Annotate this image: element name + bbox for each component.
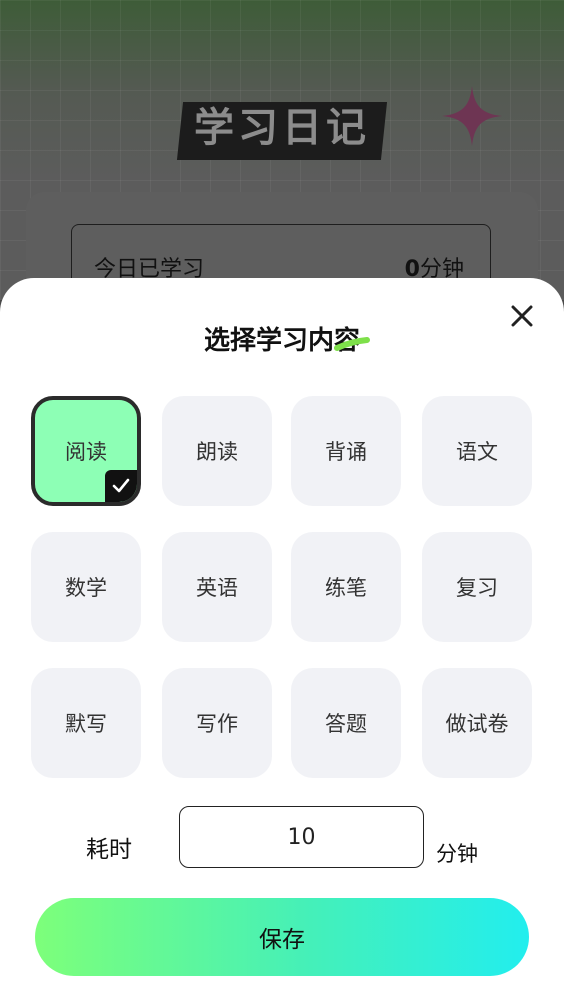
option-tile-dictation[interactable]: 默写 <box>31 668 141 778</box>
highlight-stroke-icon <box>334 337 370 351</box>
option-tile-memorize[interactable]: 背诵 <box>291 396 401 506</box>
option-label: 复习 <box>456 576 498 600</box>
page-title: 学习日记 <box>194 105 370 151</box>
option-tile-review[interactable]: 复习 <box>422 532 532 642</box>
select-content-sheet: 选择学习内容 阅读 朗读 背诵 语文 数学 英语 练笔 复习 默写 写作 答题 … <box>0 278 564 1004</box>
option-label: 练笔 <box>325 576 367 600</box>
option-tile-handwriting[interactable]: 练笔 <box>291 532 401 642</box>
option-tile-recite-aloud[interactable]: 朗读 <box>162 396 272 506</box>
option-label: 英语 <box>196 576 238 600</box>
option-tile-reading[interactable]: 阅读 <box>31 396 141 506</box>
save-button[interactable]: 保存 <box>35 898 529 976</box>
sparkle-icon <box>442 86 502 146</box>
option-label: 朗读 <box>196 440 238 464</box>
option-label: 数学 <box>65 576 107 600</box>
sheet-title: 选择学习内容 <box>203 326 360 356</box>
option-label: 阅读 <box>65 440 107 464</box>
option-tile-english[interactable]: 英语 <box>162 532 272 642</box>
option-label: 默写 <box>65 712 107 736</box>
option-tile-writing[interactable]: 写作 <box>162 668 272 778</box>
check-icon <box>105 470 137 502</box>
option-label: 语文 <box>456 440 498 464</box>
close-button[interactable] <box>506 300 538 332</box>
option-tile-answer-questions[interactable]: 答题 <box>291 668 401 778</box>
option-tile-math[interactable]: 数学 <box>31 532 141 642</box>
option-label: 答题 <box>325 712 367 736</box>
duration-unit: 分钟 <box>436 842 478 866</box>
duration-label: 耗时 <box>86 837 132 863</box>
option-tile-test-paper[interactable]: 做试卷 <box>422 668 532 778</box>
option-label: 做试卷 <box>445 712 509 736</box>
duration-input[interactable] <box>179 806 424 868</box>
close-icon <box>511 305 533 327</box>
option-label: 写作 <box>196 712 238 736</box>
option-tile-chinese[interactable]: 语文 <box>422 396 532 506</box>
option-label: 背诵 <box>325 440 367 464</box>
